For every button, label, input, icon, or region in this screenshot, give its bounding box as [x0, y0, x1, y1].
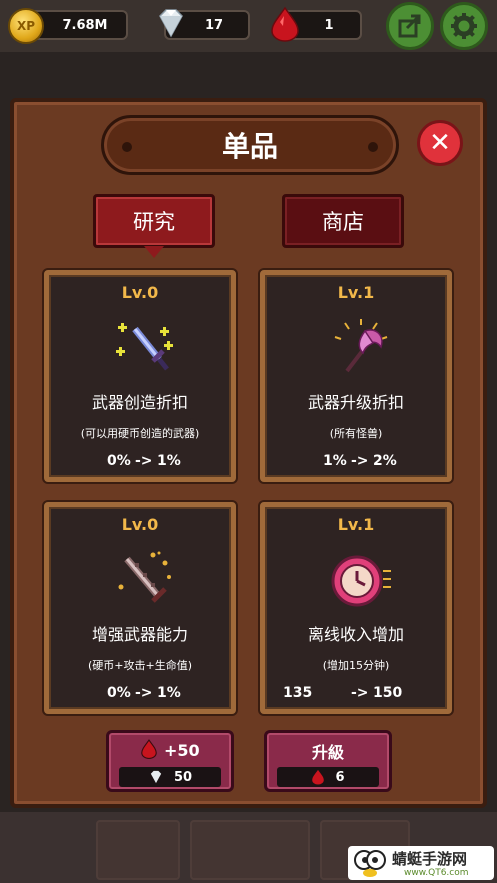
buy-rubies-cost-value: 50: [173, 769, 193, 785]
upgrade-card-weapon-create-discount[interactable]: Lv.0 武器创造折扣 (可以用硬币创造的武器) 0% -> 1%: [44, 270, 236, 482]
card-value-from: 135: [283, 685, 313, 701]
diamond-value: 17: [204, 17, 224, 33]
upgrade-cost: 6: [277, 767, 379, 787]
upgrade-card-offline-income[interactable]: Lv.1 离线收入增加 (增加15分钟) 135 -> 150: [260, 502, 452, 714]
upgrade-card-weapon-upgrade-discount[interactable]: Lv.1 武器升级折扣 (所有怪兽) 1% -> 2%: [260, 270, 452, 482]
xp-coin-icon: XP: [8, 8, 44, 44]
card-description: (硬币+攻击+生命值): [87, 659, 193, 672]
card-level: Lv.1: [337, 515, 375, 534]
active-tab-pointer: [144, 246, 164, 258]
card-level: Lv.0: [121, 283, 159, 302]
upgrade-label: 升級: [311, 743, 344, 762]
dragonfly-logo-icon: [354, 850, 386, 877]
gear-icon: [451, 13, 477, 39]
sword-sparkle-icon: [116, 323, 173, 371]
ruby-value: 1: [324, 17, 334, 33]
diamond-icon: [150, 770, 162, 784]
ruby-icon: [312, 769, 325, 785]
watermark-url: www.QT6.com: [404, 868, 469, 878]
card-value-from: 1%: [323, 453, 347, 469]
card-value-from: 0%: [107, 685, 131, 701]
card-name: 武器升级折扣: [307, 393, 404, 412]
share-button[interactable]: [386, 2, 434, 50]
buy-rubies-label: +50: [163, 741, 200, 760]
share-icon: [398, 14, 421, 38]
close-button[interactable]: ✕: [417, 120, 463, 166]
card-description: (增加15分钟): [322, 659, 390, 672]
background-tab: [190, 820, 310, 880]
card-value-to: 1%: [157, 685, 181, 701]
card-level: Lv.0: [121, 515, 159, 534]
tab-label: 商店: [322, 210, 364, 234]
buy-rubies-button[interactable]: +50 50: [106, 730, 234, 792]
ruby-icon: [271, 6, 299, 42]
card-description: (所有怪兽): [329, 427, 383, 440]
upgrade-button[interactable]: 升級 6: [264, 730, 392, 792]
xp-badge-label: XP: [16, 19, 36, 33]
card-level: Lv.1: [337, 283, 375, 302]
settings-button[interactable]: [440, 2, 488, 50]
diamond-icon: [159, 9, 183, 38]
plate-rivet: [122, 142, 132, 152]
tab-shop[interactable]: 商店: [282, 194, 404, 248]
card-description: (可以用硬币创造的武器): [80, 427, 200, 440]
card-name: 离线收入增加: [307, 625, 404, 644]
axe-glow-icon: [334, 319, 388, 373]
tab-label: 研究: [133, 210, 175, 234]
card-name: 武器创造折扣: [91, 393, 188, 412]
watermark-text: 蜻蜓手游网: [392, 850, 468, 868]
panel-title: 单品: [221, 130, 278, 163]
card-value-arrow: ->: [351, 685, 369, 701]
panel-title-plate: 单品: [101, 115, 399, 175]
card-value-to: 2%: [373, 453, 397, 469]
card-value-arrow: ->: [135, 685, 153, 701]
clock-icon: [331, 555, 391, 607]
card-name: 增强武器能力: [91, 625, 188, 644]
xp-value: 7.68M: [62, 17, 108, 33]
card-value-arrow: ->: [135, 453, 153, 469]
buy-rubies-row: +50: [109, 739, 231, 760]
upgrade-cost-value: 6: [335, 769, 345, 785]
serrated-sword-icon: [118, 551, 171, 603]
ruby-icon: [141, 739, 158, 759]
upgrade-card-enhance-weapon-power[interactable]: Lv.0 增强武器能力 (硬币+攻击+生命值) 0% -> 1%: [44, 502, 236, 714]
close-icon: ✕: [429, 128, 451, 158]
card-value-arrow: ->: [351, 453, 369, 469]
background-tab: [96, 820, 180, 880]
plate-rivet: [368, 142, 378, 152]
buy-rubies-cost: 50: [119, 767, 221, 787]
tab-research[interactable]: 研究: [93, 194, 215, 248]
card-value-to: 1%: [157, 453, 181, 469]
card-value-to: 150: [373, 685, 403, 701]
card-value-from: 0%: [107, 453, 131, 469]
